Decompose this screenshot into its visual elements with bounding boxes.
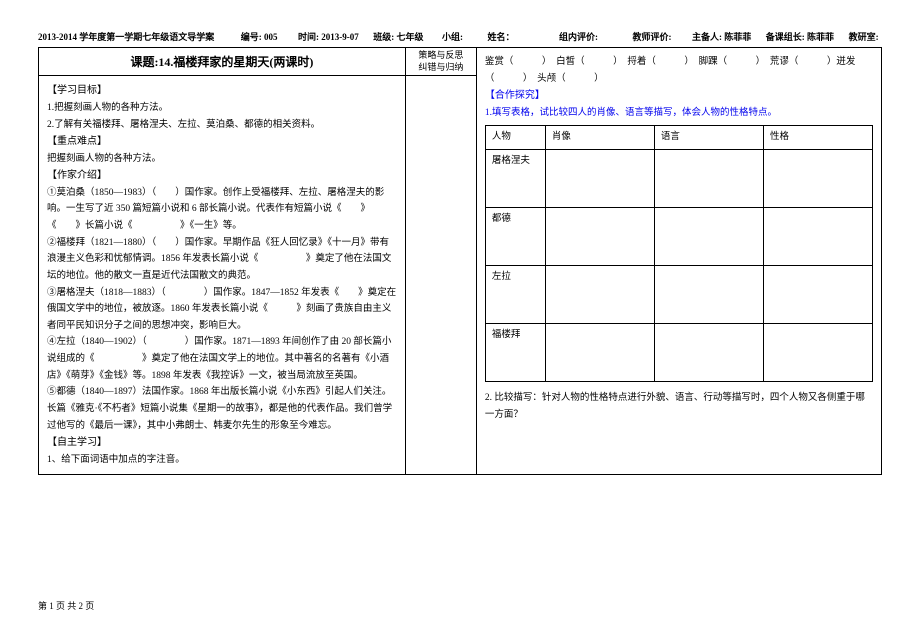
th-portrait: 肖像 bbox=[545, 126, 654, 150]
left-column: 课题:14.福楼拜家的星期天(两课时) 策略与反思 纠错与归纳 【学习目标】 1… bbox=[38, 47, 477, 475]
th-language: 语言 bbox=[654, 126, 763, 150]
time-label: 时间: bbox=[298, 32, 319, 42]
time: 2013-9-07 bbox=[321, 32, 359, 42]
page-footer: 第 1 页 共 2 页 bbox=[38, 599, 94, 612]
coop-heading: 【合作探究】 bbox=[485, 87, 873, 105]
jy-label: 教研室: bbox=[849, 32, 879, 42]
preparer: 陈菲菲 bbox=[724, 32, 751, 42]
row-name: 福楼拜 bbox=[485, 324, 545, 382]
row-name: 左拉 bbox=[485, 266, 545, 324]
semester: 2013-2014 学年度第一学期七年级语文导学案 bbox=[38, 32, 214, 42]
objectives-heading: 【学习目标】 bbox=[47, 82, 397, 100]
bk-label: 备课组长: bbox=[766, 32, 805, 42]
coop-1: 1.填写表格，试比较四人的肖像、语言等描写，体会人物的性格特点。 bbox=[485, 105, 873, 122]
left-side-blank bbox=[406, 76, 476, 474]
name-label: 姓名： bbox=[488, 32, 515, 42]
coop-2: 2. 比较描写：针对人物的性格特点进行外貌、语言、行动等描写时，四个人物又各侧重… bbox=[485, 390, 873, 423]
row-name: 都德 bbox=[485, 208, 545, 266]
table-row: 都德 bbox=[485, 208, 872, 266]
table-row: 福楼拜 bbox=[485, 324, 872, 382]
row-name: 屠格涅夫 bbox=[485, 150, 545, 208]
group-eval-label: 组内评价: bbox=[559, 32, 598, 42]
group-label: 小组: bbox=[442, 32, 463, 42]
left-body: 【学习目标】 1.把握刻画人物的各种方法。 2.了解有关福楼拜、屠格涅夫、左拉、… bbox=[39, 76, 406, 474]
character-table: 人物 肖像 语言 性格 屠格涅夫 都德 左拉 福楼 bbox=[485, 125, 873, 382]
preparer-label: 主备人: bbox=[692, 32, 722, 42]
author-4: ④左拉（1840—1902）（ ）国作家。1871—1893 年间创作了由 20… bbox=[47, 334, 397, 384]
teacher-eval-label: 教师评价: bbox=[633, 32, 672, 42]
author-3: ③屠格涅夫（1818—1883）（ ）国作家。1847—1852 年发表《 》奠… bbox=[47, 285, 397, 335]
main-content: 课题:14.福楼拜家的星期天(两课时) 策略与反思 纠错与归纳 【学习目标】 1… bbox=[38, 47, 882, 475]
table-row: 左拉 bbox=[485, 266, 872, 324]
right-column: 鉴赏（ ） 白皙（ ） 捋着（ ） 脚踝（ ） 荒谬（ ）迸发（ ） 头颅（ ）… bbox=[477, 47, 882, 475]
keypoint-1: 把握刻画人物的各种方法。 bbox=[47, 151, 397, 168]
bk: 陈菲菲 bbox=[807, 32, 834, 42]
selfstudy-1: 1、给下面词语中加点的字注音。 bbox=[47, 452, 397, 469]
side-header: 策略与反思 纠错与归纳 bbox=[406, 48, 476, 76]
author-2: ②福楼拜（1821—1880）（ ）国作家。早期作品《狂人回忆录》《十一月》带有… bbox=[47, 235, 397, 285]
code: 005 bbox=[264, 32, 278, 42]
th-person: 人物 bbox=[485, 126, 545, 150]
author-heading: 【作家介绍】 bbox=[47, 167, 397, 185]
table-row: 屠格涅夫 bbox=[485, 150, 872, 208]
selfstudy-heading: 【自主学习】 bbox=[47, 434, 397, 452]
grade: 七年级 bbox=[397, 32, 424, 42]
words-line: 鉴赏（ ） 白皙（ ） 捋着（ ） 脚踝（ ） 荒谬（ ）迸发（ ） 头颅（ ） bbox=[485, 54, 873, 87]
objective-2: 2.了解有关福楼拜、屠格涅夫、左拉、莫泊桑、都德的相关资料。 bbox=[47, 117, 397, 134]
objective-1: 1.把握刻画人物的各种方法。 bbox=[47, 100, 397, 117]
lesson-title: 课题:14.福楼拜家的星期天(两课时) bbox=[39, 48, 406, 76]
page-header: 2013-2014 学年度第一学期七年级语文导学案 编号: 005 时间: 20… bbox=[38, 30, 882, 43]
grade-label: 班级: bbox=[373, 32, 394, 42]
keypoints-heading: 【重点难点】 bbox=[47, 133, 397, 151]
code-label: 编号: bbox=[241, 32, 262, 42]
th-character: 性格 bbox=[763, 126, 872, 150]
author-1: ①莫泊桑（1850—1983）（ ）国作家。创作上受福楼拜、左拉、屠格涅夫的影响… bbox=[47, 185, 397, 235]
table-header-row: 人物 肖像 语言 性格 bbox=[485, 126, 872, 150]
author-5: ⑤都德（1840—1897）法国作家。1868 年出版长篇小说《小东西》引起人们… bbox=[47, 384, 397, 434]
